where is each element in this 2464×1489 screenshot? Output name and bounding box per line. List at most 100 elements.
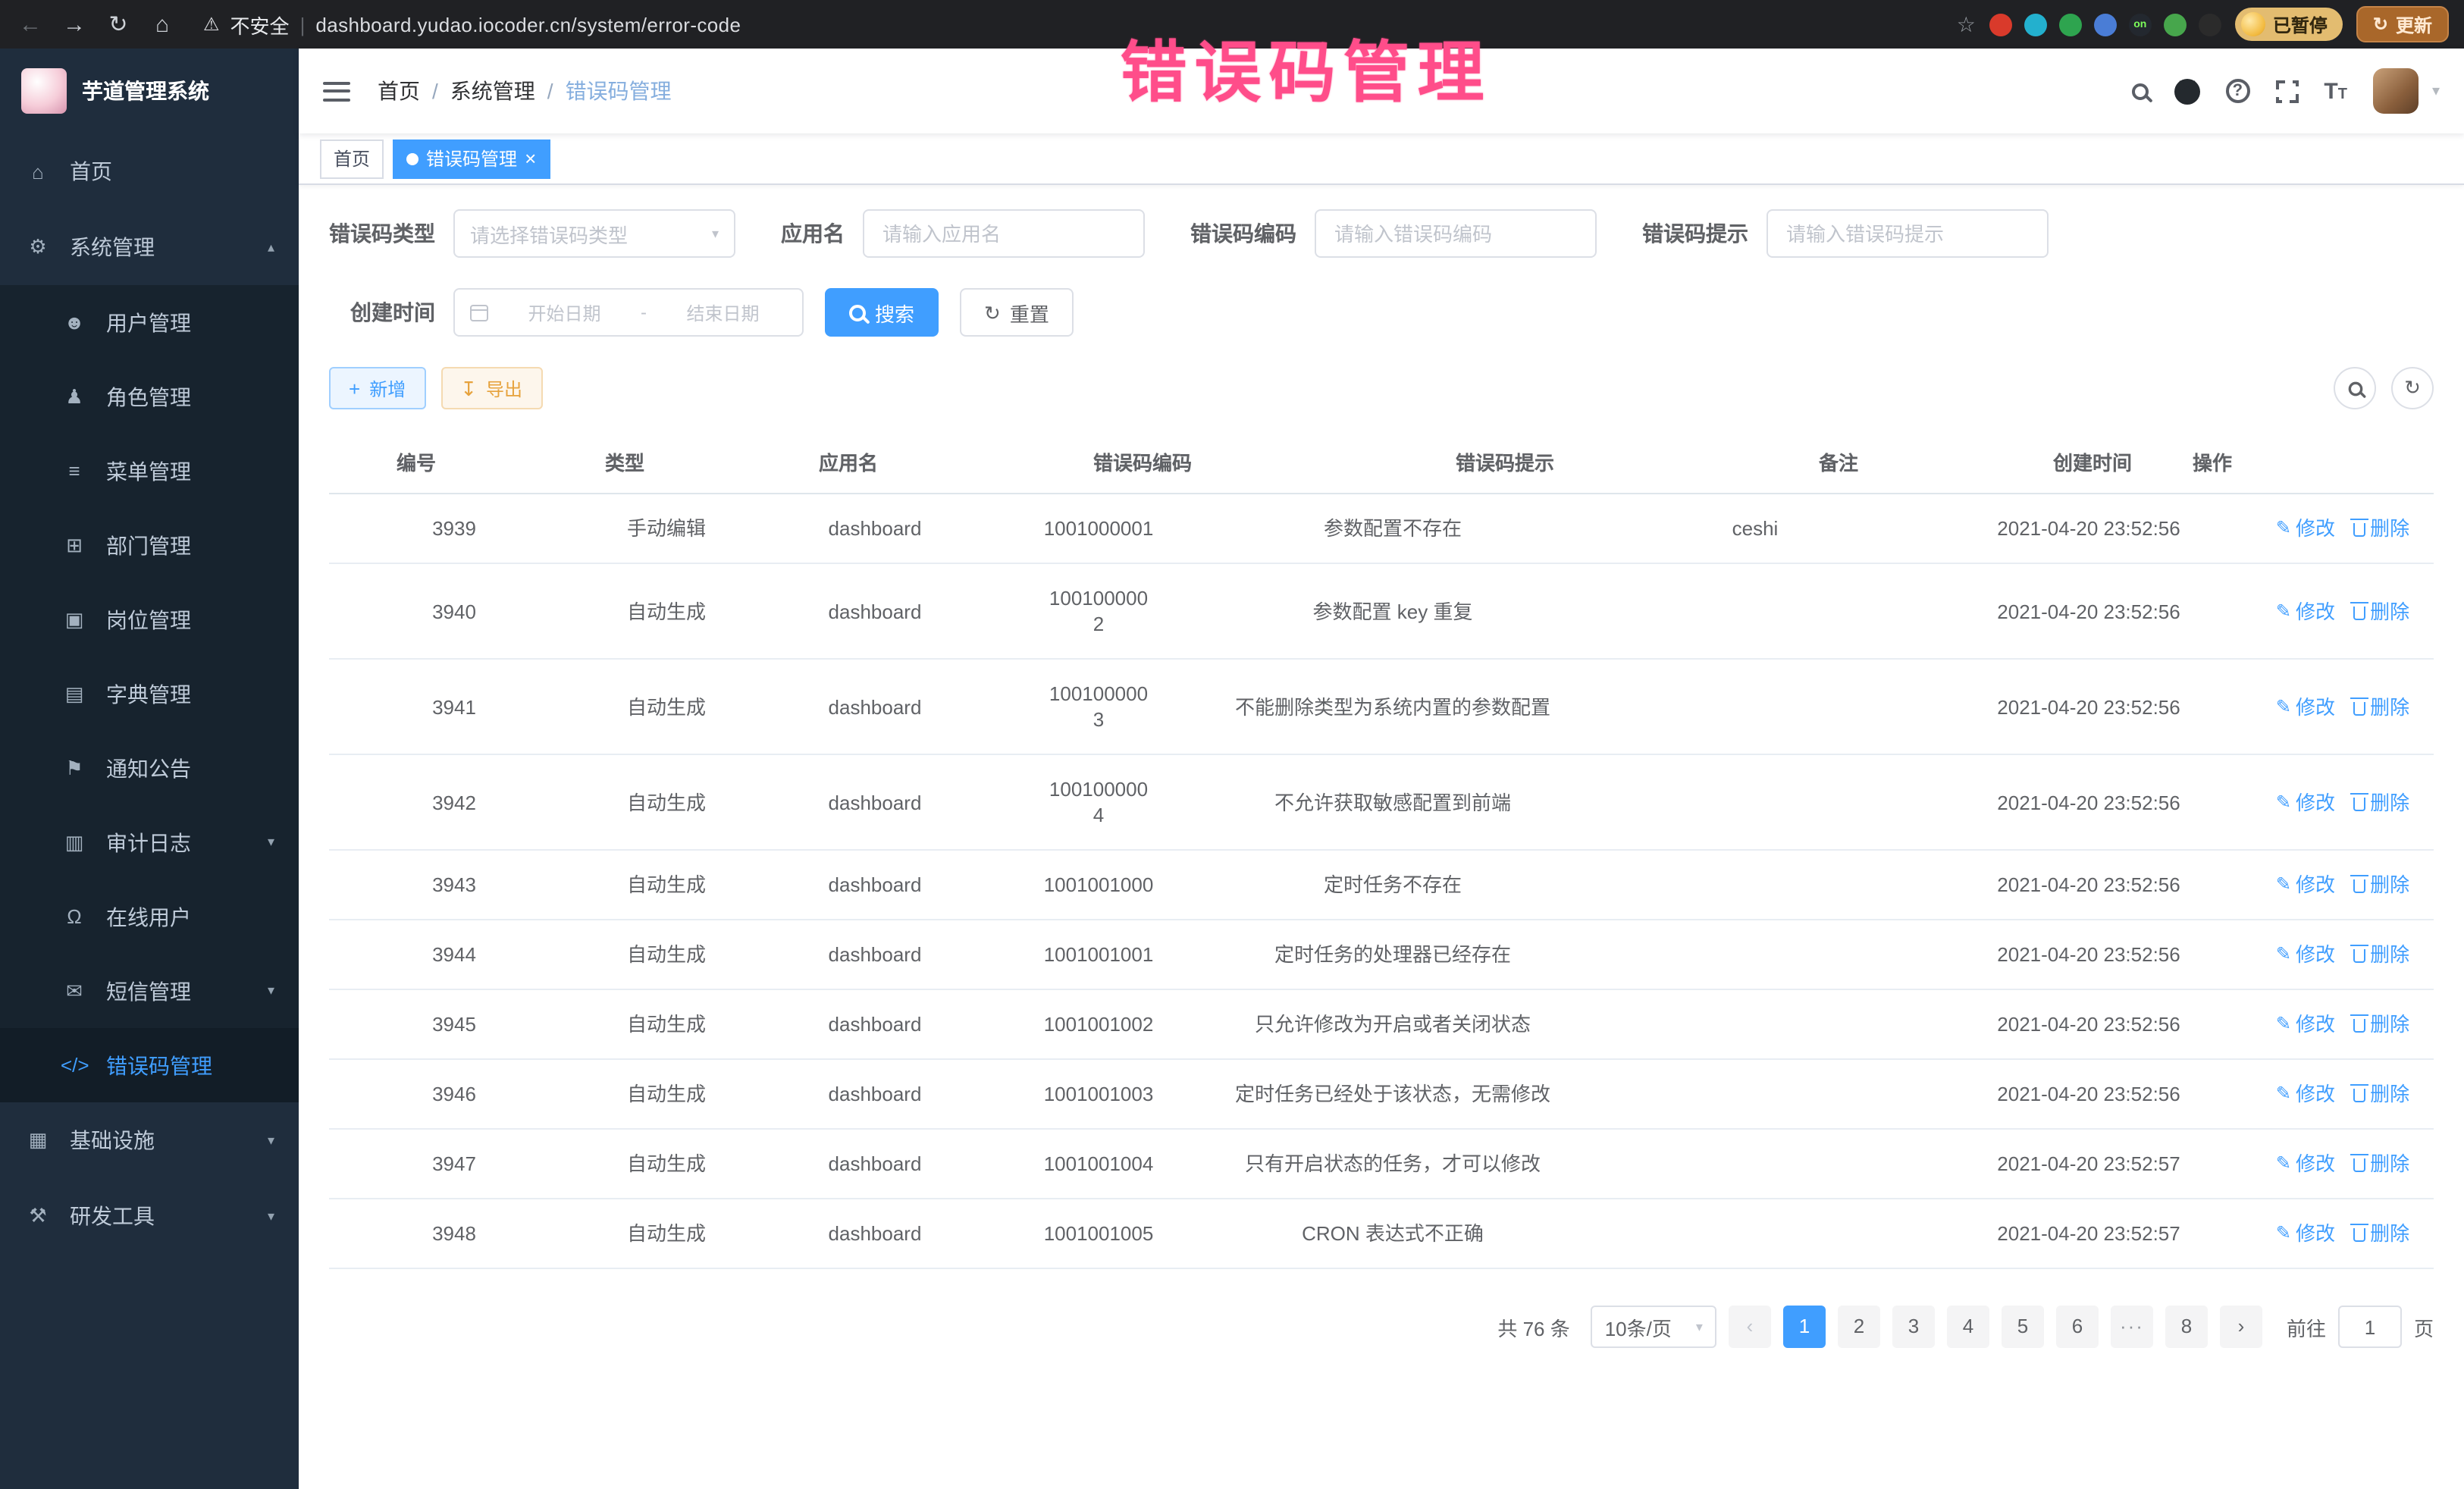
- add-button[interactable]: + 新增: [329, 367, 425, 409]
- extension-icon[interactable]: on: [2129, 13, 2152, 36]
- menu-item-label: 菜单管理: [106, 456, 191, 486]
- reload-button[interactable]: ↻: [103, 11, 133, 38]
- error-code-input[interactable]: [1315, 209, 1597, 258]
- extension-icon[interactable]: [1989, 13, 2012, 36]
- export-button[interactable]: ↧ 导出: [440, 367, 542, 409]
- cell-type: 自动生成: [579, 1130, 754, 1198]
- page-number-button[interactable]: 2: [1838, 1306, 1880, 1348]
- forward-button[interactable]: →: [59, 11, 89, 37]
- page-number-button[interactable]: 8: [2165, 1306, 2208, 1348]
- sidebar-item[interactable]: ♟ 角色管理: [0, 359, 299, 434]
- reset-button[interactable]: ↻ 重置: [960, 288, 1074, 337]
- code-icon: </>: [61, 1054, 88, 1077]
- sidebar-item[interactable]: ⚒ 研发工具 ▾: [0, 1178, 299, 1254]
- sidebar-item[interactable]: ▣ 岗位管理: [0, 582, 299, 657]
- edit-link[interactable]: ✎ 修改: [2276, 1221, 2335, 1246]
- app-name-input[interactable]: [863, 209, 1145, 258]
- github-icon[interactable]: [2174, 78, 2199, 104]
- sidebar-item[interactable]: ⚙ 系统管理 ▴: [0, 209, 299, 285]
- delete-link[interactable]: 删除: [2353, 789, 2409, 815]
- sidebar-item[interactable]: ▥ 审计日志 ▾: [0, 805, 299, 879]
- address-bar[interactable]: ⚠ 不安全 | dashboard.yudao.iocoder.cn/syste…: [191, 10, 1943, 39]
- edit-link[interactable]: ✎ 修改: [2276, 598, 2335, 624]
- search-button[interactable]: 搜索: [825, 288, 939, 337]
- edit-link[interactable]: ✎ 修改: [2276, 872, 2335, 898]
- page-number-button[interactable]: ···: [2111, 1306, 2153, 1348]
- refresh-table-button[interactable]: ↻: [2391, 367, 2434, 409]
- close-icon[interactable]: ×: [525, 149, 536, 168]
- cell-type: 自动生成: [579, 672, 754, 741]
- extension-icon[interactable]: [2024, 13, 2047, 36]
- cell-id: 3945: [329, 990, 579, 1058]
- show-search-button[interactable]: [2334, 367, 2376, 409]
- trash-icon: [2353, 701, 2365, 715]
- delete-link[interactable]: 删除: [2353, 516, 2409, 541]
- sidebar-item[interactable]: ⚑ 通知公告: [0, 731, 299, 805]
- delete-link[interactable]: 删除: [2353, 1081, 2409, 1107]
- edit-link[interactable]: ✎ 修改: [2276, 1081, 2335, 1107]
- sidebar-item[interactable]: ☻ 用户管理: [0, 285, 299, 359]
- home-button[interactable]: ⌂: [147, 11, 177, 37]
- sidebar-item[interactable]: ▦ 基础设施 ▾: [0, 1102, 299, 1178]
- cell-actions: ✎ 修改 删除: [2252, 494, 2434, 563]
- edit-link[interactable]: ✎ 修改: [2276, 516, 2335, 541]
- cell-type: 自动生成: [579, 577, 754, 645]
- delete-link[interactable]: 删除: [2353, 1221, 2409, 1246]
- page-size-select[interactable]: 10条/页 ▾: [1591, 1306, 1716, 1348]
- menu-item-label: 审计日志: [106, 827, 191, 857]
- paused-badge[interactable]: 已暂停: [2235, 8, 2343, 41]
- error-type-select[interactable]: 请选择错误码类型 ▾: [453, 209, 735, 258]
- page-number-button[interactable]: 4: [1947, 1306, 1989, 1348]
- delete-link[interactable]: 删除: [2353, 872, 2409, 898]
- search-icon[interactable]: [2131, 83, 2148, 99]
- tools-icon: ⚒: [24, 1204, 52, 1228]
- tag-item[interactable]: 错误码管理 ×: [393, 139, 550, 178]
- extension-icon[interactable]: [2199, 13, 2221, 36]
- edit-link[interactable]: ✎ 修改: [2276, 694, 2335, 719]
- delete-link-label: 删除: [2370, 789, 2409, 815]
- edit-link[interactable]: ✎ 修改: [2276, 942, 2335, 967]
- sidebar-item[interactable]: ⌂ 首页: [0, 133, 299, 209]
- page-number-button[interactable]: 3: [1892, 1306, 1935, 1348]
- page-number-button[interactable]: 6: [2056, 1306, 2099, 1348]
- extension-icon[interactable]: [2094, 13, 2117, 36]
- breadcrumb-item[interactable]: 首页: [378, 76, 420, 106]
- sidebar-item[interactable]: ≡ 菜单管理: [0, 434, 299, 508]
- help-icon[interactable]: [2225, 79, 2249, 103]
- table-row: 3942 自动生成 dashboard 100100000 4 不允许获取敏感配…: [329, 755, 2434, 851]
- app-logo-row[interactable]: 芋道管理系统: [0, 49, 299, 133]
- update-button[interactable]: ↻ 更新: [2356, 6, 2449, 42]
- extension-icon[interactable]: [2059, 13, 2082, 36]
- goto-page-input[interactable]: [2338, 1306, 2402, 1348]
- page-number-button[interactable]: 5: [2002, 1306, 2044, 1348]
- sidebar-item[interactable]: ▤ 字典管理: [0, 657, 299, 731]
- sidebar-item[interactable]: ✉ 短信管理 ▾: [0, 954, 299, 1028]
- sidebar-item[interactable]: Ω 在线用户: [0, 879, 299, 954]
- chevron-down-icon[interactable]: ▾: [2432, 83, 2440, 99]
- sidebar-item[interactable]: </> 错误码管理: [0, 1028, 299, 1102]
- page-number-button[interactable]: 1: [1783, 1306, 1826, 1348]
- error-msg-input[interactable]: [1766, 209, 2049, 258]
- delete-link[interactable]: 删除: [2353, 1151, 2409, 1177]
- font-size-icon[interactable]: [2324, 80, 2347, 102]
- prev-page-button[interactable]: ‹: [1729, 1306, 1771, 1348]
- sidebar-item[interactable]: ⊞ 部门管理: [0, 508, 299, 582]
- delete-link[interactable]: 删除: [2353, 1011, 2409, 1037]
- extension-icon[interactable]: [2164, 13, 2187, 36]
- delete-link[interactable]: 删除: [2353, 942, 2409, 967]
- breadcrumb-item[interactable]: 错误码管理: [566, 76, 672, 106]
- bookmark-star-icon[interactable]: ☆: [1957, 11, 1976, 37]
- user-avatar[interactable]: [2373, 68, 2419, 114]
- edit-link[interactable]: ✎ 修改: [2276, 789, 2335, 815]
- delete-link[interactable]: 删除: [2353, 598, 2409, 624]
- delete-link[interactable]: 删除: [2353, 694, 2409, 719]
- fullscreen-icon[interactable]: [2275, 80, 2298, 102]
- breadcrumb-item[interactable]: 系统管理: [450, 76, 535, 106]
- back-button[interactable]: ←: [15, 11, 45, 37]
- edit-link[interactable]: ✎ 修改: [2276, 1151, 2335, 1177]
- next-page-button[interactable]: ›: [2220, 1306, 2262, 1348]
- date-range-picker[interactable]: 开始日期 - 结束日期: [453, 288, 804, 337]
- edit-link[interactable]: ✎ 修改: [2276, 1011, 2335, 1037]
- hamburger-icon[interactable]: [323, 81, 350, 101]
- tag-item[interactable]: 首页: [320, 139, 384, 178]
